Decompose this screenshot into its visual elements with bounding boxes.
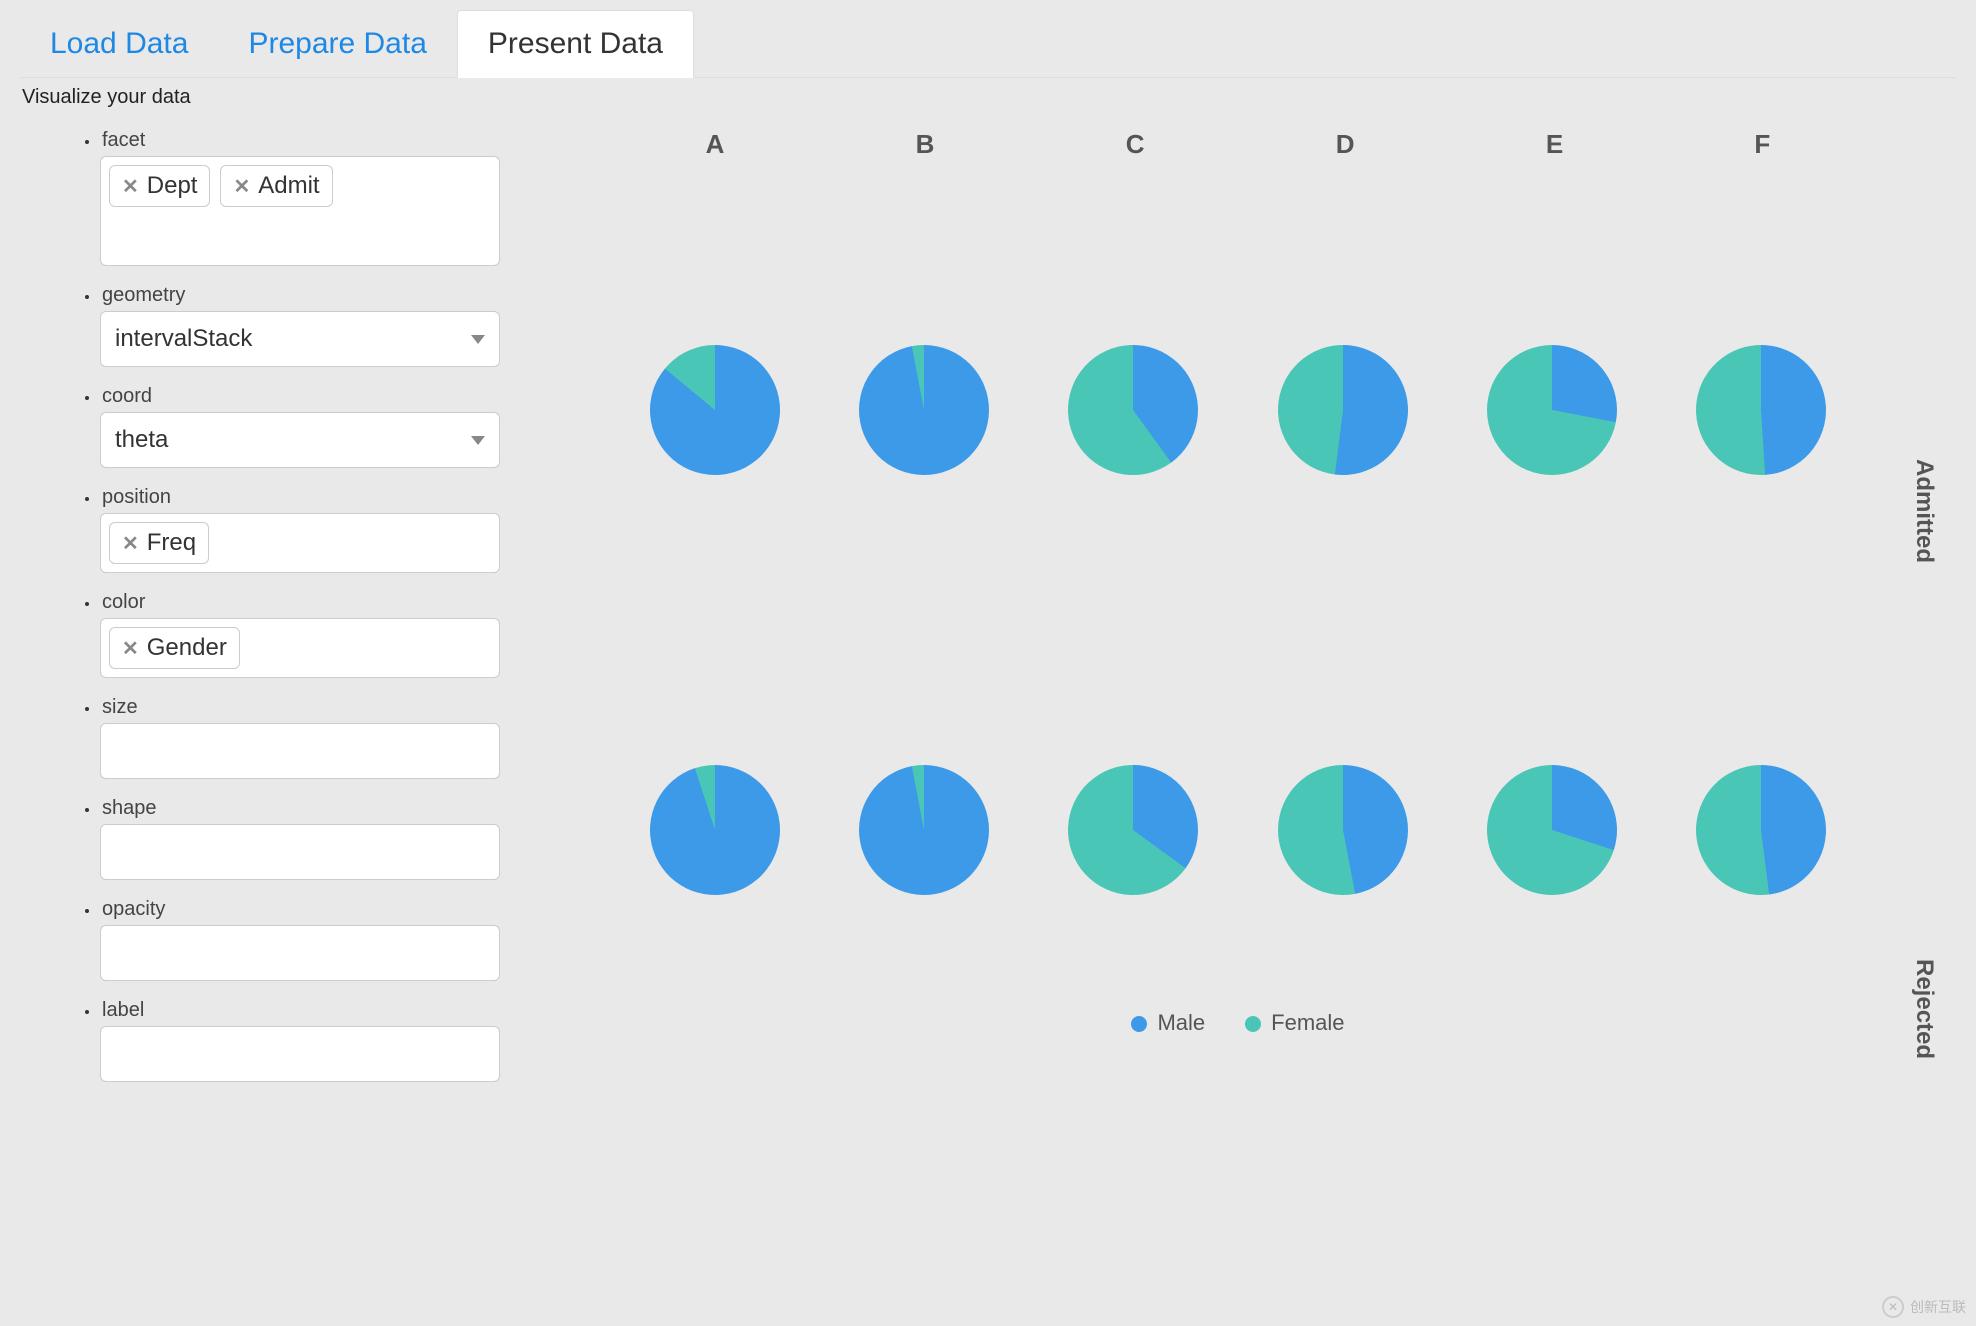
close-icon[interactable]: ✕ xyxy=(122,531,139,556)
facet-row-label-rejected: Rejected xyxy=(1910,959,1938,1059)
shape-label: shape xyxy=(102,797,550,820)
facet-label: facet xyxy=(102,129,550,152)
facet-col-E: E xyxy=(1546,129,1563,160)
size-input[interactable] xyxy=(100,723,500,779)
opacity-label: opacity xyxy=(102,898,550,921)
tab-present-data[interactable]: Present Data xyxy=(457,10,694,78)
tab-bar: Load Data Prepare Data Present Data xyxy=(20,10,1956,78)
labelc-input[interactable] xyxy=(100,1026,500,1082)
facet-col-C: C xyxy=(1126,129,1145,160)
facet-col-A: A xyxy=(706,129,725,160)
tag-label: Dept xyxy=(147,172,198,200)
facet-input[interactable]: ✕ Dept ✕ Admit xyxy=(100,156,500,266)
opacity-input[interactable] xyxy=(100,925,500,981)
tab-load-data[interactable]: Load Data xyxy=(20,11,218,77)
facet-chart: A B C D E F Male Female Admitted Rejected xyxy=(550,109,1956,1100)
legend-swatch-female xyxy=(1245,1016,1261,1032)
labelc-label: label xyxy=(102,999,550,1022)
tag-gender[interactable]: ✕ Gender xyxy=(109,627,240,669)
chart-legend: Male Female xyxy=(590,1010,1886,1036)
page-subtitle: Visualize your data xyxy=(20,78,1956,109)
close-icon[interactable]: ✕ xyxy=(122,174,139,199)
position-input[interactable]: ✕ Freq xyxy=(100,513,500,573)
tag-freq[interactable]: ✕ Freq xyxy=(109,522,209,564)
size-label: size xyxy=(102,696,550,719)
controls-sidebar: facet ✕ Dept ✕ Admit geometry intervalStack… xyxy=(20,109,550,1100)
pie-admitted-C xyxy=(1043,319,1225,501)
close-icon[interactable]: ✕ xyxy=(233,174,250,199)
tag-admit[interactable]: ✕ Admit xyxy=(220,165,332,207)
shape-input[interactable] xyxy=(100,824,500,880)
tag-dept[interactable]: ✕ Dept xyxy=(109,165,210,207)
tag-label: Gender xyxy=(147,634,227,662)
pie-admitted-A xyxy=(623,318,806,501)
legend-swatch-male xyxy=(1131,1016,1147,1032)
facet-row-label-admitted: Admitted xyxy=(1910,459,1938,563)
geometry-label: geometry xyxy=(102,284,550,307)
color-input[interactable]: ✕ Gender xyxy=(100,618,500,678)
pie-admitted-D xyxy=(1270,337,1415,482)
facet-row-admitted xyxy=(590,240,1886,580)
tab-prepare-data[interactable]: Prepare Data xyxy=(218,11,456,77)
coord-value: theta xyxy=(115,426,168,454)
coord-label: coord xyxy=(102,385,550,408)
pie-rejected-C xyxy=(1043,739,1225,921)
close-icon[interactable]: ✕ xyxy=(122,636,139,661)
pie-admitted-B xyxy=(848,334,1000,486)
watermark-icon: ✕ xyxy=(1882,1296,1904,1318)
legend-female: Female xyxy=(1271,1010,1344,1035)
geometry-select[interactable]: intervalStack xyxy=(100,311,500,367)
watermark-text: 创新互联 xyxy=(1910,1297,1966,1317)
pie-rejected-D xyxy=(1267,754,1419,906)
geometry-value: intervalStack xyxy=(115,325,252,353)
pie-admitted-E xyxy=(1476,334,1628,486)
facet-col-F: F xyxy=(1754,129,1770,160)
tag-label: Freq xyxy=(147,529,196,557)
chevron-down-icon xyxy=(471,436,485,445)
pie-rejected-E xyxy=(1470,748,1634,912)
position-label: position xyxy=(102,486,550,509)
facet-col-B: B xyxy=(916,129,935,160)
pie-admitted-F xyxy=(1692,341,1830,479)
facet-col-D: D xyxy=(1336,129,1355,160)
legend-male: Male xyxy=(1157,1010,1205,1035)
coord-select[interactable]: theta xyxy=(100,412,500,468)
tag-label: Admit xyxy=(258,172,319,200)
pie-rejected-B xyxy=(848,754,1000,906)
chevron-down-icon xyxy=(471,335,485,344)
facet-row-rejected xyxy=(590,660,1886,1000)
pie-rejected-F xyxy=(1689,757,1834,902)
watermark: ✕ 创新互联 xyxy=(1882,1296,1966,1318)
pie-rejected-A xyxy=(633,748,797,912)
color-label: color xyxy=(102,591,550,614)
